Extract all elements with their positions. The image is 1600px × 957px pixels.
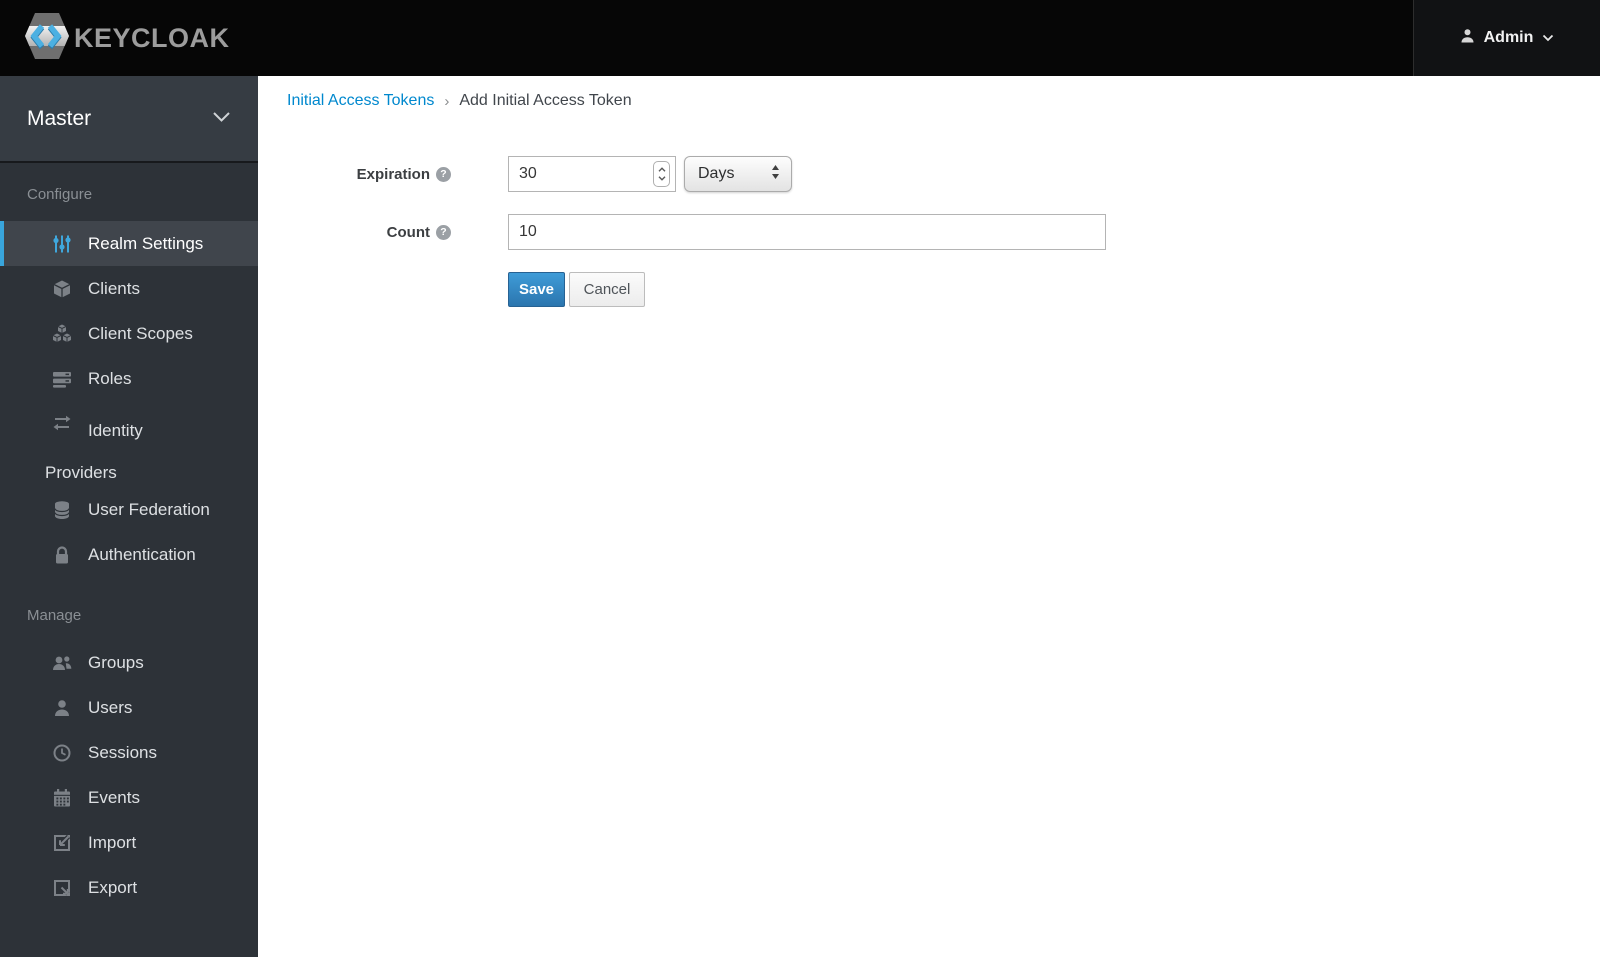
keycloak-brand[interactable]: KEYCLOAK (24, 0, 230, 76)
calendar-icon (52, 788, 72, 808)
selected-unit: Days (698, 165, 735, 182)
sidebar-item-roles[interactable]: Roles (0, 356, 258, 401)
add-token-form: Expiration Days (287, 156, 1106, 307)
sidebar-item-identity-providers[interactable]: Identity Providers (0, 401, 258, 487)
form-actions: Save Cancel (287, 272, 1106, 307)
expiration-row: Expiration Days (287, 156, 1106, 192)
count-row: Count (287, 214, 1106, 250)
sidebar-item-label: Groups (88, 652, 144, 672)
user-name: Admin (1483, 29, 1534, 46)
user-icon (1460, 28, 1475, 48)
sidebar-item-import[interactable]: Import (0, 820, 258, 865)
clock-icon (52, 743, 72, 763)
breadcrumb-link-initial-access-tokens[interactable]: Initial Access Tokens (287, 92, 434, 110)
cancel-button[interactable]: Cancel (569, 272, 645, 307)
sidebar-item-label: Users (88, 697, 133, 717)
expiration-label: Expiration (356, 165, 430, 183)
sidebar-item-events[interactable]: Events (0, 775, 258, 820)
cubes-icon (52, 324, 72, 344)
sidebar-item-sessions[interactable]: Sessions (0, 730, 258, 775)
save-button[interactable]: Save (508, 272, 565, 307)
sidebar-item-label: Authentication (88, 544, 196, 564)
select-arrows-icon (771, 164, 780, 185)
count-label: Count (386, 223, 430, 241)
breadcrumb: Initial Access Tokens › Add Initial Acce… (287, 92, 632, 110)
sidebar-item-label: Client Scopes (88, 323, 193, 343)
sidebar-item-client-scopes[interactable]: Client Scopes (0, 311, 258, 356)
sidebar-item-authentication[interactable]: Authentication (0, 532, 258, 577)
expiration-unit-select[interactable]: Days (684, 156, 792, 192)
help-icon[interactable] (436, 166, 451, 182)
sidebar-item-groups[interactable]: Groups (0, 640, 258, 685)
chevron-down-icon (212, 110, 231, 128)
import-icon (52, 833, 72, 853)
help-icon[interactable] (436, 224, 451, 240)
chevron-down-icon (1542, 29, 1554, 47)
server-icon (52, 369, 72, 389)
configure-nav: Realm Settings Clients Client Scopes Rol… (0, 221, 258, 577)
cube-icon (52, 279, 72, 299)
sidebar-item-label: Clients (88, 278, 140, 298)
realm-selector[interactable]: Master (0, 76, 258, 163)
people-icon (52, 653, 72, 673)
count-input[interactable] (508, 214, 1106, 250)
manage-nav: Groups Users Sessions Events Import Expo… (0, 640, 258, 910)
main-content: Initial Access Tokens › Add Initial Acce… (258, 76, 1600, 957)
sidebar-item-label: Import (88, 832, 137, 852)
sidebar-section-configure: Configure (27, 186, 93, 203)
breadcrumb-separator-icon: › (444, 92, 450, 110)
sidebar-item-label: Export (88, 877, 138, 897)
realm-name: Master (27, 106, 92, 130)
sidebar-item-users[interactable]: Users (0, 685, 258, 730)
sidebar-item-label: Realm Settings (88, 233, 204, 253)
sidebar-item-label: User Federation (88, 499, 210, 519)
number-spinner-icon[interactable] (653, 161, 670, 187)
sidebar-item-label: Sessions (88, 742, 157, 762)
sidebar-item-clients[interactable]: Clients (0, 266, 258, 311)
sidebar-item-label: Roles (88, 368, 132, 388)
user-menu[interactable]: Admin (1413, 0, 1600, 76)
expiration-input[interactable] (508, 156, 676, 192)
export-icon (52, 878, 72, 898)
brand-wordmark: KEYCLOAK (74, 22, 230, 53)
database-icon (52, 500, 72, 520)
breadcrumb-current: Add Initial Access Token (459, 92, 632, 109)
sidebar-item-export[interactable]: Export (0, 865, 258, 910)
exchange-arrows-icon (52, 413, 72, 433)
lock-icon (52, 545, 72, 565)
sliders-icon (52, 234, 72, 254)
keycloak-logo-icon (24, 11, 70, 66)
top-navbar: KEYCLOAK Admin (0, 0, 1600, 76)
sidebar-section-manage: Manage (27, 607, 82, 624)
sidebar: Master Configure Realm Settings Clients … (0, 76, 258, 957)
person-icon (52, 698, 72, 718)
sidebar-item-realm-settings[interactable]: Realm Settings (0, 221, 258, 266)
sidebar-item-label: Events (88, 787, 140, 807)
